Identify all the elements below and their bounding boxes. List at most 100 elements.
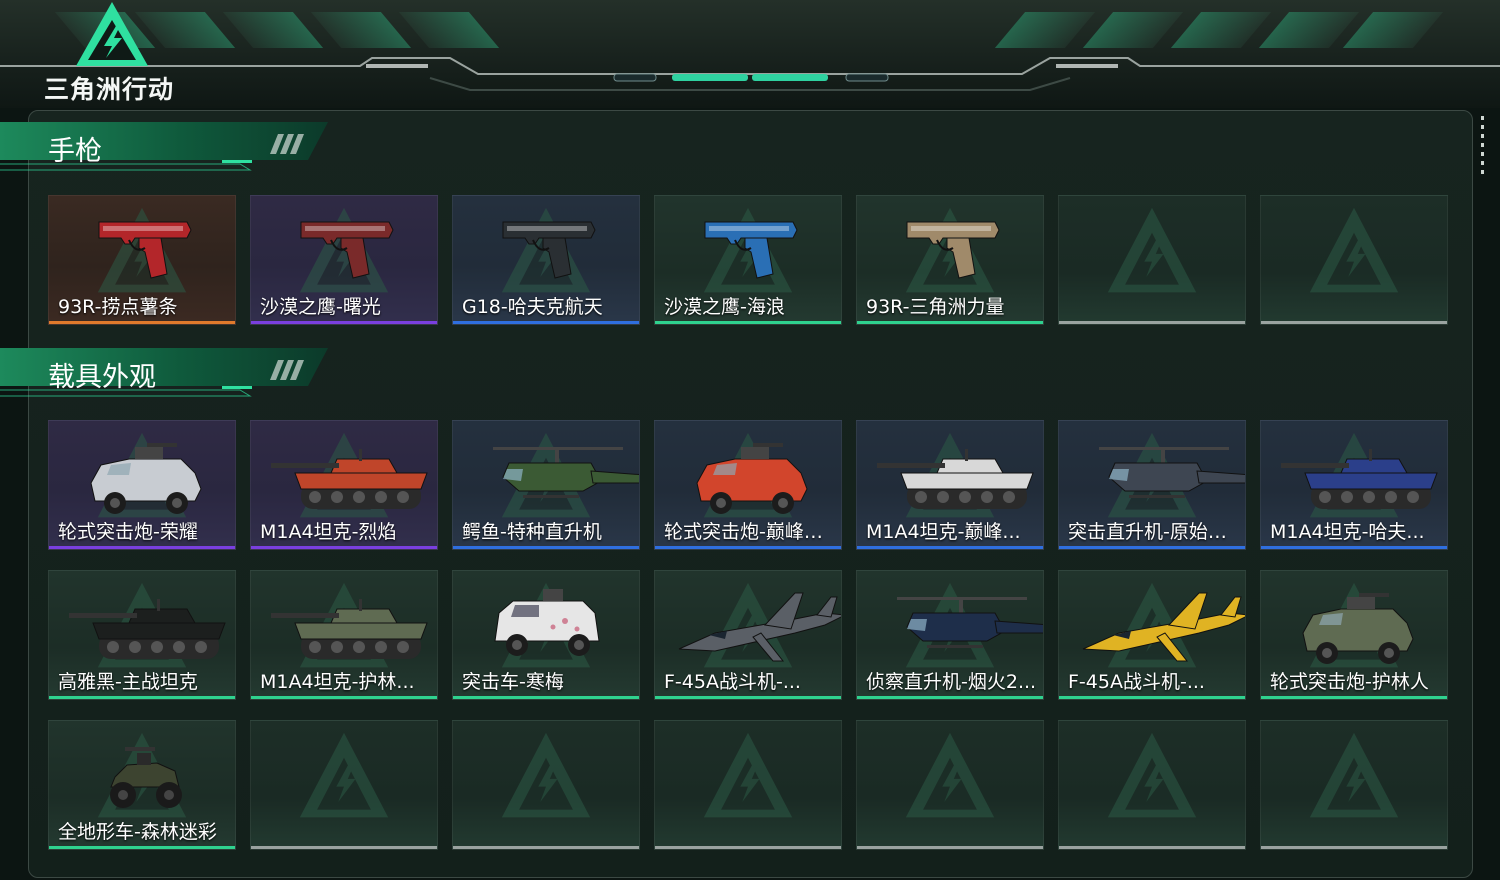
armored-car-icon	[696, 443, 808, 514]
pistol-icon	[906, 221, 1000, 279]
empty-slot-card	[1260, 195, 1448, 325]
skin-card-label: F-45A战斗机-...	[664, 671, 801, 693]
empty-slot-card	[250, 720, 438, 850]
rarity-bar	[49, 846, 235, 849]
skin-card[interactable]: F-45A战斗机-...	[654, 570, 842, 700]
armored-car-icon	[90, 443, 202, 514]
empty-slot-card	[1058, 720, 1246, 850]
delta-watermark-icon	[703, 732, 793, 818]
skin-card[interactable]: M1A4坦克-巅峰...	[856, 420, 1044, 550]
tank-icon	[271, 449, 428, 509]
empty-slot-card	[452, 720, 640, 850]
rarity-bar	[655, 696, 841, 699]
rarity-bar	[453, 321, 639, 324]
tank-icon	[1281, 449, 1438, 509]
skin-card[interactable]: 93R-捞点薯条	[48, 195, 236, 325]
skin-card-label: M1A4坦克-哈夫...	[1270, 521, 1425, 543]
skin-card[interactable]: G18-哈夫克航天	[452, 195, 640, 325]
skin-card-label: 突击车-寒梅	[462, 671, 564, 693]
pistol-icon	[300, 221, 394, 279]
rarity-bar	[655, 321, 841, 324]
helicopter-icon	[1099, 447, 1245, 498]
empty-slot-card	[856, 720, 1044, 850]
atv-icon	[110, 747, 182, 808]
empty-slot-card	[1260, 720, 1448, 850]
rarity-bar	[857, 696, 1043, 699]
empty-slot-card	[1058, 195, 1246, 325]
assault-vehicle-icon	[494, 589, 600, 656]
skin-card[interactable]: 侦察直升机-烟火2...	[856, 570, 1044, 700]
skin-card-label: 轮式突击炮-巅峰竞...	[664, 521, 837, 543]
skin-card[interactable]: F-45A战斗机-...	[1058, 570, 1246, 700]
skin-card[interactable]: 沙漠之鹰-曙光	[250, 195, 438, 325]
skin-card-label: 高雅黑-主战坦克	[58, 671, 198, 693]
skin-card[interactable]: 突击车-寒梅	[452, 570, 640, 700]
delta-watermark-icon	[1107, 732, 1197, 818]
rarity-bar	[1261, 846, 1447, 849]
pistol-icon	[98, 221, 192, 279]
rarity-bar	[1261, 696, 1447, 699]
skin-card-label: 93R-三角洲力量	[866, 296, 1005, 318]
skin-card-label: 鳄鱼-特种直升机	[462, 521, 602, 543]
rarity-bar	[453, 546, 639, 549]
rarity-bar	[1059, 546, 1245, 549]
tank-icon	[69, 599, 226, 659]
rarity-bar	[857, 846, 1043, 849]
rarity-bar	[453, 846, 639, 849]
rarity-bar	[453, 696, 639, 699]
pistol-skin-grid: 93R-捞点薯条 沙漠之鹰-曙光 G18-哈夫克航天 沙漠之鹰-海浪 93R-三…	[48, 195, 1448, 325]
rarity-bar	[857, 546, 1043, 549]
helicopter-icon	[897, 597, 1043, 648]
delta-watermark-icon	[1309, 207, 1399, 293]
header-rail-decoration	[0, 57, 1500, 91]
logo-text: 三角洲行动	[44, 75, 175, 104]
skin-card[interactable]: 轮式突击炮-巅峰竞...	[654, 420, 842, 550]
scrollbar[interactable]	[1481, 116, 1484, 178]
skin-card[interactable]: M1A4坦克-烈焰	[250, 420, 438, 550]
section-header-vehicles: 载具外观	[0, 346, 330, 400]
tank-icon	[877, 449, 1034, 509]
skin-card[interactable]: 高雅黑-主战坦克	[48, 570, 236, 700]
skin-card[interactable]: 轮式突击炮-荣耀	[48, 420, 236, 550]
skin-card[interactable]: M1A4坦克-哈夫...	[1260, 420, 1448, 550]
skin-card-label: 侦察直升机-烟火2...	[866, 671, 1037, 693]
rarity-bar	[251, 321, 437, 324]
skin-card-label: 全地形车-森林迷彩	[58, 821, 217, 843]
delta-watermark-icon	[501, 732, 591, 818]
rarity-bar	[857, 321, 1043, 324]
skin-card-label: 93R-捞点薯条	[58, 296, 178, 318]
delta-watermark-icon	[299, 732, 389, 818]
rarity-bar	[1059, 321, 1245, 324]
rarity-bar	[49, 546, 235, 549]
skin-card[interactable]: 全地形车-森林迷彩	[48, 720, 236, 850]
rarity-bar	[655, 846, 841, 849]
rarity-bar	[251, 846, 437, 849]
skin-card-label: 沙漠之鹰-海浪	[664, 296, 785, 318]
pistol-icon	[502, 221, 596, 279]
skin-card-label: 轮式突击炮-荣耀	[58, 521, 198, 543]
rarity-bar	[251, 546, 437, 549]
rarity-bar	[251, 696, 437, 699]
section-title: 载具外观	[48, 362, 156, 393]
tank-icon	[271, 599, 428, 659]
skin-card-label: 突击直升机-原始伪...	[1068, 521, 1241, 543]
rarity-bar	[1261, 546, 1447, 549]
skin-card[interactable]: 突击直升机-原始伪...	[1058, 420, 1246, 550]
skin-card[interactable]: M1A4坦克-护林...	[250, 570, 438, 700]
helicopter-icon	[493, 447, 639, 498]
rarity-bar	[655, 546, 841, 549]
armored-car-icon	[1302, 593, 1414, 664]
top-header: 三角洲行动	[0, 0, 1500, 108]
skin-card[interactable]: 93R-三角洲力量	[856, 195, 1044, 325]
skin-card[interactable]: 沙漠之鹰-海浪	[654, 195, 842, 325]
skin-card[interactable]: 轮式突击炮-护林人	[1260, 570, 1448, 700]
section-title: 手枪	[48, 136, 102, 167]
rarity-bar	[49, 321, 235, 324]
delta-watermark-icon	[1107, 207, 1197, 293]
fighter-jet-icon	[1082, 592, 1245, 662]
skin-card[interactable]: 鳄鱼-特种直升机	[452, 420, 640, 550]
skin-card-label: F-45A战斗机-...	[1068, 671, 1205, 693]
delta-watermark-icon	[905, 732, 995, 818]
skin-card-label: 轮式突击炮-护林人	[1270, 671, 1429, 693]
pistol-icon	[704, 221, 798, 279]
